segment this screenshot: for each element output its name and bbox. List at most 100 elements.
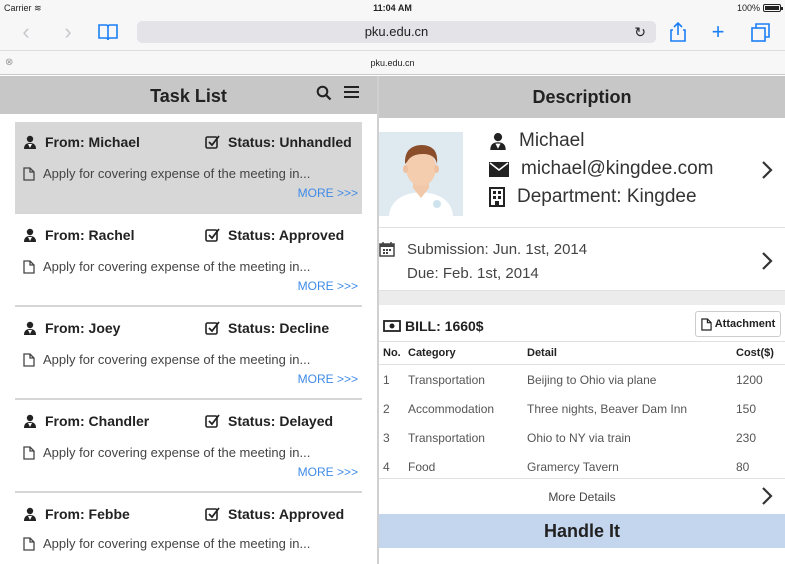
more-details-label: More Details [548, 490, 616, 504]
table-cell: Food [408, 460, 436, 474]
description-title: Description [532, 87, 632, 107]
task-status: Status: Decline [205, 320, 329, 336]
task-list-header: Task List [0, 76, 377, 114]
column-header: Detail [527, 347, 557, 359]
table-header: No. Category Detail Cost($) [379, 342, 785, 365]
dates-row[interactable]: Submission: Jun. 1st, 2014 Due: Feb. 1st… [379, 229, 785, 291]
task-list-panel: Task List From: Michael Status: Unhandle… [0, 76, 377, 564]
chevron-right-icon[interactable] [761, 160, 773, 180]
document-icon [23, 536, 35, 551]
column-header: Cost($) [736, 347, 774, 359]
menu-icon[interactable] [344, 85, 359, 99]
bill-table: No. Category Detail Cost($) 1 Transporta… [379, 341, 785, 479]
column-header: No. [383, 347, 401, 359]
task-from-label: From: Febbe [45, 506, 130, 522]
handle-it-label: Handle It [543, 521, 620, 541]
task-status-label: Status: Decline [228, 320, 330, 336]
task-description: Apply for covering expense of the meetin… [23, 259, 310, 274]
url-text: pku.edu.cn [364, 24, 429, 39]
task-item[interactable]: From: Joey Status: Decline Apply for cov… [15, 308, 362, 400]
battery-icon [763, 4, 783, 12]
task-item[interactable]: From: Rachel Status: Approved Apply for … [15, 215, 362, 307]
chevron-right-icon[interactable] [761, 251, 773, 271]
avatar [379, 132, 463, 216]
reload-icon[interactable]: ↻ [634, 21, 646, 43]
task-description: Apply for covering expense of the meetin… [23, 352, 310, 367]
submission-date: Submission: Jun. 1st, 2014 [407, 241, 588, 258]
bookmarks-icon[interactable] [96, 20, 120, 44]
user-icon [489, 132, 507, 150]
table-cell: 4 [383, 460, 390, 474]
handle-it-button[interactable]: Handle It [379, 514, 785, 548]
contact-email-text: michael@kingdee.com [521, 158, 714, 179]
contact-department: Department: Kingdee [489, 186, 697, 208]
more-link[interactable]: MORE >>> [298, 465, 358, 479]
document-icon [23, 352, 35, 367]
search-icon[interactable] [316, 85, 332, 101]
table-cell: Three nights, Beaver Dam Inn [527, 402, 688, 416]
task-from: From: Michael [23, 134, 140, 150]
chevron-right-icon[interactable] [761, 486, 773, 506]
task-status-label: Status: Approved [228, 227, 345, 243]
task-item[interactable]: From: Michael Status: Unhandled Apply fo… [15, 122, 362, 214]
task-status: Status: Approved [205, 506, 344, 522]
more-link[interactable]: MORE >>> [298, 279, 358, 293]
tab-strip: ⊗ pku.edu.cn [0, 50, 785, 75]
task-status-label: Status: Delayed [228, 413, 334, 429]
task-from-label: From: Rachel [45, 227, 135, 243]
calendar-icon [379, 241, 395, 257]
task-from: From: Febbe [23, 506, 130, 522]
task-status: Status: Delayed [205, 413, 333, 429]
task-desc-text: Apply for covering expense of the meetin… [43, 445, 311, 460]
document-icon [23, 259, 35, 274]
table-row: 3 Transportation Ohio to NY via train 23… [379, 423, 785, 452]
task-description: Apply for covering expense of the meetin… [23, 536, 310, 551]
share-icon[interactable] [666, 20, 690, 44]
bill-title: BILL: 1660$ [383, 318, 484, 334]
task-status-label: Status: Approved [228, 506, 345, 522]
task-desc-text: Apply for covering expense of the meetin… [43, 536, 311, 551]
more-link[interactable]: MORE >>> [298, 186, 358, 200]
task-status: Status: Approved [205, 227, 344, 243]
description-header: Description [379, 76, 785, 118]
document-icon [701, 317, 712, 331]
checkbox-icon [205, 321, 220, 335]
table-cell: 230 [736, 431, 757, 445]
contact-card[interactable]: Michael michael@kingdee.com Department: … [379, 118, 785, 228]
back-icon[interactable]: ‹ [14, 20, 38, 44]
table-row: 1 Transportation Beijing to Ohio via pla… [379, 365, 785, 394]
attachment-button[interactable]: Attachment [695, 311, 781, 337]
table-cell: 80 [736, 460, 750, 474]
more-link[interactable]: MORE >>> [298, 372, 358, 386]
address-bar[interactable]: pku.edu.cn ↻ [137, 21, 656, 43]
table-body[interactable]: 1 Transportation Beijing to Ohio via pla… [379, 365, 785, 478]
table-cell: 3 [383, 431, 390, 445]
document-icon [23, 445, 35, 460]
task-from-label: From: Michael [45, 134, 140, 150]
new-tab-icon[interactable]: + [706, 20, 730, 44]
task-desc-text: Apply for covering expense of the meetin… [43, 352, 311, 367]
table-cell: Gramercy Tavern [527, 460, 619, 474]
due-date: Due: Feb. 1st, 2014 [407, 265, 539, 282]
contact-name-text: Michael [519, 130, 585, 151]
task-description: Apply for covering expense of the meetin… [23, 445, 310, 460]
more-details-row[interactable]: More Details [379, 481, 785, 511]
section-separator [379, 291, 785, 305]
description-panel: Description Michael michael@kingdee.com [379, 76, 785, 564]
contact-email: michael@kingdee.com [489, 158, 714, 180]
tabs-icon[interactable] [748, 20, 772, 44]
close-tab-icon[interactable]: ⊗ [5, 51, 13, 75]
task-from-label: From: Chandler [45, 413, 150, 429]
task-from: From: Joey [23, 320, 120, 336]
table-cell: 1200 [736, 373, 763, 387]
bill-total: BILL: 1660$ [405, 318, 484, 334]
task-desc-text: Apply for covering expense of the meetin… [43, 166, 311, 181]
user-icon [23, 507, 37, 521]
bill-section: BILL: 1660$ Attachment No. Category Deta… [379, 305, 785, 512]
tab-title[interactable]: pku.edu.cn [370, 58, 414, 68]
table-row: 4 Food Gramercy Tavern 80 [379, 452, 785, 478]
task-item[interactable]: From: Chandler Status: Delayed Apply for… [15, 401, 362, 493]
building-icon [489, 187, 505, 207]
forward-icon[interactable]: › [56, 20, 80, 44]
task-item[interactable]: From: Febbe Status: Approved Apply for c… [15, 494, 362, 564]
